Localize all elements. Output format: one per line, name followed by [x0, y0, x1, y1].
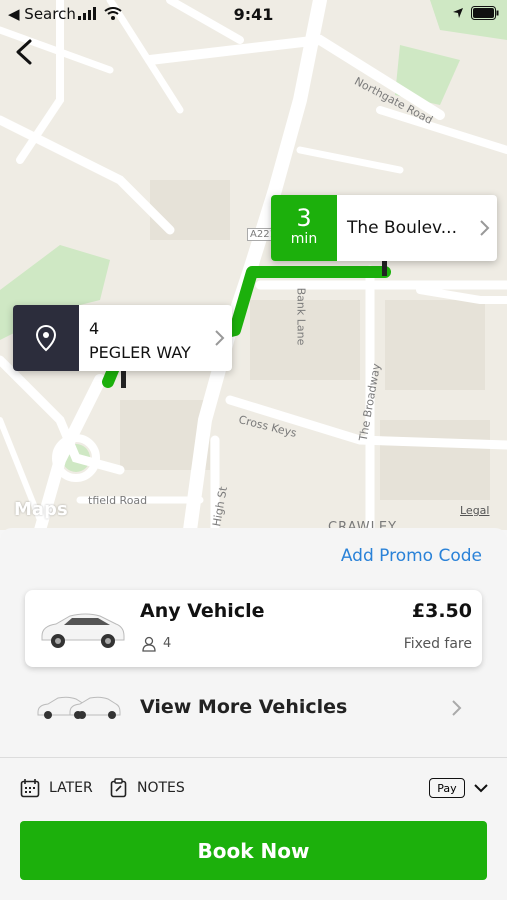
destination-label: The Boulev...	[347, 218, 457, 238]
street-label-bank-lane: Bank Lane	[294, 287, 308, 346]
view-more-vehicles-label: View More Vehicles	[140, 696, 348, 718]
person-icon	[142, 636, 156, 652]
later-label: LATER	[49, 780, 93, 796]
clock: 9:41	[233, 5, 274, 24]
notes-option[interactable]: NOTES	[110, 778, 185, 798]
location-services-icon	[453, 8, 463, 18]
later-option[interactable]: LATER	[20, 778, 93, 798]
add-promo-code-link[interactable]: Add Promo Code	[341, 546, 482, 566]
notes-icon	[110, 778, 127, 798]
status-bar: ◀ Search 9:41	[0, 0, 507, 28]
chevron-right-icon	[206, 305, 232, 371]
vehicle-price: £3.50	[411, 600, 472, 622]
map-view[interactable]: Northgate Road A2219 Bank Lane The Broad…	[0, 0, 507, 530]
pickup-icon-box	[13, 305, 79, 371]
cars-icon	[37, 696, 121, 719]
back-arrow-icon	[16, 39, 32, 65]
payment-label: Pay	[437, 781, 457, 795]
calendar-icon	[20, 779, 40, 798]
street-label-field-road: tfield Road	[88, 494, 148, 507]
maps-attribution: Maps	[14, 499, 68, 520]
battery-icon	[471, 6, 499, 20]
back-button[interactable]	[10, 36, 40, 68]
pickup-address: 4 PEGLER WAY	[79, 305, 206, 371]
chevron-right-icon	[452, 700, 462, 716]
destination-pin-card[interactable]: 3 min The Boulev...	[271, 195, 497, 261]
eta-value: 3	[296, 204, 312, 232]
eta-unit: min	[290, 231, 318, 247]
chevron-down-icon[interactable]	[473, 782, 489, 794]
vehicle-name: Any Vehicle	[140, 600, 265, 622]
pickup-marker	[121, 368, 126, 388]
book-now-button[interactable]: Book Now	[20, 821, 487, 880]
chevron-right-icon	[471, 195, 497, 261]
apple-pay-icon[interactable]: Pay	[429, 778, 465, 798]
vehicle-seat-count: 4	[163, 636, 172, 651]
divider	[0, 757, 507, 758]
legal-link[interactable]: Legal	[460, 504, 489, 517]
car-icon	[41, 613, 125, 648]
pickup-street: PEGLER WAY	[89, 343, 191, 362]
notes-label: NOTES	[137, 780, 185, 796]
pickup-number: 4	[89, 319, 100, 338]
eta-box: 3 min	[271, 195, 337, 261]
map-streets	[0, 0, 507, 530]
fare-type: Fixed fare	[403, 636, 472, 652]
pickup-pin-card[interactable]: 4 PEGLER WAY	[13, 305, 232, 371]
location-pin-icon	[35, 324, 57, 352]
